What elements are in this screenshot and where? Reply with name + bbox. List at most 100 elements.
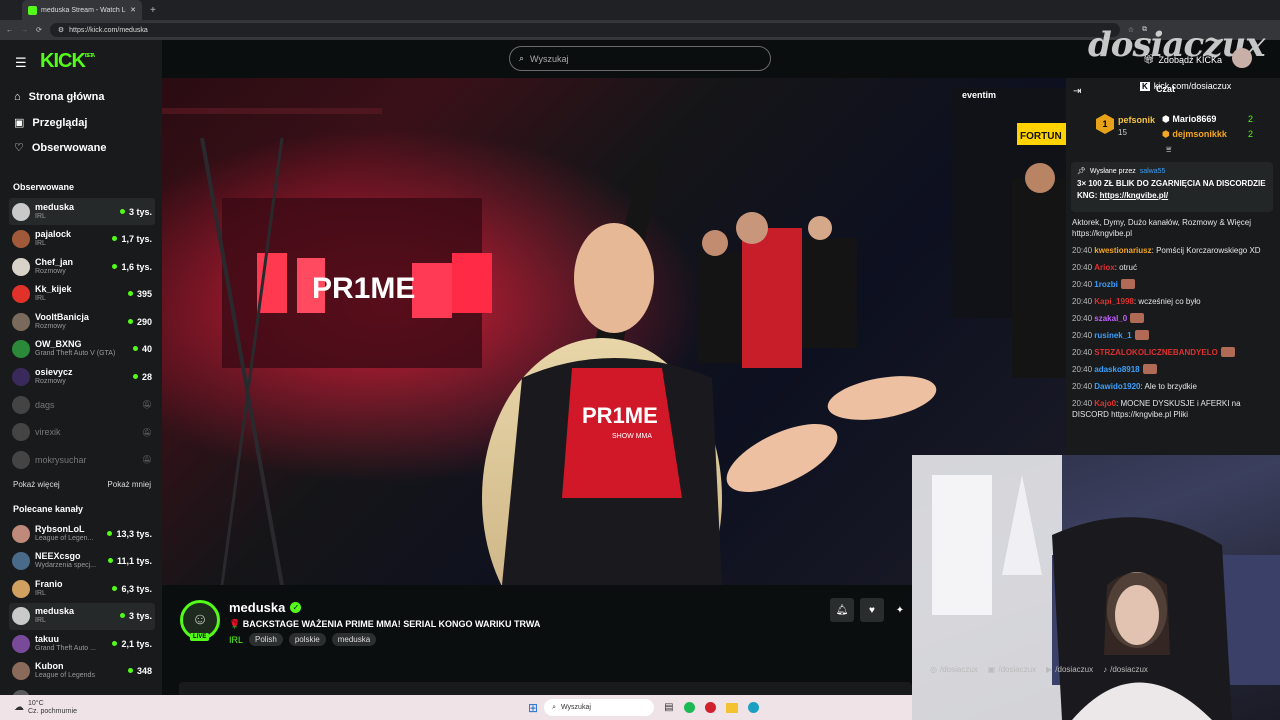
browser-tab[interactable]: meduska Stream - Watch Live ✕ [22,0,142,20]
recommended-channel-takuu[interactable]: takuu Grand Theft Auto ... 2,1 tys. [9,630,155,657]
pinned-link[interactable]: https://kngvibe.pl/ [1100,191,1168,200]
tag-polish[interactable]: Polish [249,633,283,646]
message-username[interactable]: 1rozbi [1094,280,1118,289]
message-username[interactable]: adasko8918 [1094,365,1139,374]
sidebar-channel-kk_kijek[interactable]: Kk_kijek IRL 395 [9,281,155,308]
url-field[interactable]: ⚙ https://kick.com/meduska [49,23,1120,37]
close-tab-icon[interactable]: ✕ [130,6,136,14]
viewer-count: 348 [128,666,152,676]
message-time: 20:40 [1072,246,1093,255]
notification-bell-button[interactable]: 🔔︎ [830,598,854,622]
spotify-icon[interactable] [683,702,695,713]
sidebar-channel-offline-dags[interactable]: dags 🔕︎ [9,391,155,418]
message-time: 20:40 [1072,331,1093,340]
sidebar-channel-chef_jan[interactable]: Chef_jan Rozmowy 1,6 tys. [9,253,155,280]
message-time: 20:40 [1072,314,1093,323]
tiktok-link[interactable]: ♪/dosiaczux [1103,665,1148,674]
message-username[interactable]: Dawido1920 [1094,382,1140,391]
sidebar-channel-meduska[interactable]: meduska IRL 3 tys. [9,198,155,225]
expand-gifters-icon[interactable]: ⩸ [1166,144,1171,155]
back-icon[interactable]: ← [6,27,13,34]
site-info-icon[interactable]: ⚙ [58,26,64,34]
more-actions-button[interactable]: ✦ [888,598,912,622]
show-more-link[interactable]: Pokaż więcej [13,480,60,489]
message-username[interactable]: STRZALOKOLICZNEBANDYELO [1094,348,1218,357]
follow-heart-button[interactable]: ♥ [860,598,884,622]
collapse-chat-icon[interactable]: ⇥ [1073,86,1081,97]
message-time: 20:40 [1072,399,1093,408]
sidebar-channel-ow_bxng[interactable]: OW_BXNG Grand Theft Auto V (GTA) 40 [9,336,155,363]
pinned-message[interactable]: 📌︎ Wysłane przez salwa55 3× 100 ZŁ BLIK … [1071,162,1273,212]
kick-link[interactable]: ▣/dosiaczux [988,665,1036,674]
pinned-user[interactable]: salwa55 [1140,166,1166,178]
chat-message: 20:40 1rozbi [1066,276,1280,293]
channel-info: meduska IRL [35,606,115,626]
app-icon[interactable] [704,702,716,713]
windows-start-icon[interactable]: ⊞ [528,701,538,715]
menu-icon[interactable]: ☰ [15,55,27,71]
nav-browse[interactable]: ▣ Przeglądaj [14,116,88,130]
new-tab-icon[interactable]: + [150,5,156,16]
kick-logo[interactable]: KICKBETA [40,50,95,73]
message-username[interactable]: Kapi_1998 [1094,297,1134,306]
recommended-channel-meduska[interactable]: meduska IRL 3 tys. [9,602,155,630]
channel-name: virexik [35,427,61,437]
forward-icon[interactable]: → [21,27,28,34]
tag-meduska[interactable]: meduska [331,633,377,646]
taskbar-search[interactable]: ⌕ Wyszukaj [544,699,655,716]
stream-category[interactable]: IRL [229,635,243,645]
channel-info: takuu Grand Theft Auto ... [35,634,107,654]
nav-home[interactable]: ⌂ Strona główna [14,91,104,103]
viewer-count: 3 tys. [120,207,152,217]
file-explorer-icon[interactable] [725,702,738,713]
top-gifter-1-name[interactable]: pefsonik [1118,115,1155,125]
search-input[interactable]: Wyszukaj [530,54,568,64]
top-gifter-3-name-text: dejmsonikkk [1172,129,1227,139]
fortuna-text: FORTUN [1020,131,1062,142]
recommended-channel-franio[interactable]: Franio IRL 6,3 tys. [9,575,155,602]
chat-panel: ⇥ Czat 1 pefsonik 15 ⬢ Mario8669 2 ⬢ dej… [1066,78,1280,458]
youtube-link[interactable]: ▶/dosiaczux [1046,665,1093,674]
kick-favicon-icon [28,5,37,15]
top-gifter-2-name[interactable]: ⬢ Mario8669 [1162,114,1216,125]
followed-more-less: Pokaż więcej Pokaż mniej [13,480,151,489]
channel-info: virexik [35,427,137,437]
sidebar-channel-pajalock[interactable]: pajalock IRL 1,7 tys. [9,226,155,253]
viewer-count: 2,1 tys. [112,639,152,649]
message-username[interactable]: rusinek_1 [1094,331,1131,340]
edge-icon[interactable] [747,702,759,713]
heart-icon: ♡ [14,142,24,154]
recommended-channel-kubon[interactable]: Kubon League of Legends 348 [9,658,155,685]
sidebar-channel-osievycz[interactable]: osievycz Rozmowy 28 [9,363,155,390]
channel-avatar [12,395,30,414]
channel-name[interactable]: meduska [229,600,285,615]
message-username[interactable]: Ariox [1094,263,1114,272]
channel-info: osievycz Rozmowy [35,367,128,387]
kick-k-icon: K [1140,81,1150,91]
message-username[interactable]: Kajo0 [1094,399,1116,408]
channel-info: Kubon League of Legends [35,661,123,681]
instagram-link[interactable]: ◎/dosiaczux [930,665,978,674]
nav-home-label: Strona główna [28,91,105,103]
nav-browse-label: Przeglądaj [32,116,88,129]
top-gifter-3-name[interactable]: ⬢ dejmsonikkk [1162,129,1227,140]
recommended-channel-rybsonlol[interactable]: RybsonLoL League of Legen... 13,3 tys. [9,520,155,547]
nav-following[interactable]: ♡ Obserwowane [14,141,106,155]
recommended-channel-neexcsgo[interactable]: NEEXcsgo Wydarzenia specj... 11,1 tys. [9,548,155,575]
show-less-link[interactable]: Pokaż mniej [107,480,151,489]
weather-widget[interactable]: 10°C Cz. pochmurnie [28,700,77,716]
reload-icon[interactable]: ⟳ [36,26,42,34]
channel-name: VooltBanicja [35,311,89,322]
chat-message: 20:40 Dawido1920: Ale to brzydkie [1072,382,1197,391]
message-username[interactable]: szakal_0 [1094,314,1127,323]
channel-avatar [12,423,30,441]
search-box[interactable]: ⌕ Wyszukaj [509,46,771,71]
sidebar-channel-offline-virexik[interactable]: virexik 🔕︎ [9,419,155,446]
message-username[interactable]: kwestionariusz [1094,246,1151,255]
sidebar-channel-vooltbanicja[interactable]: VooltBanicja Rozmowy 290 [9,308,155,335]
sidebar-channel-offline-mokrysuchar[interactable]: mokrysuchar 🔕︎ [9,446,155,473]
task-view-icon[interactable]: ▤ [664,702,673,713]
youtube-handle: /dosiaczux [1055,665,1094,674]
overlay-url-row: K kick.com/dosiaczux [1140,81,1231,91]
tag-polskie[interactable]: polskie [288,633,326,646]
